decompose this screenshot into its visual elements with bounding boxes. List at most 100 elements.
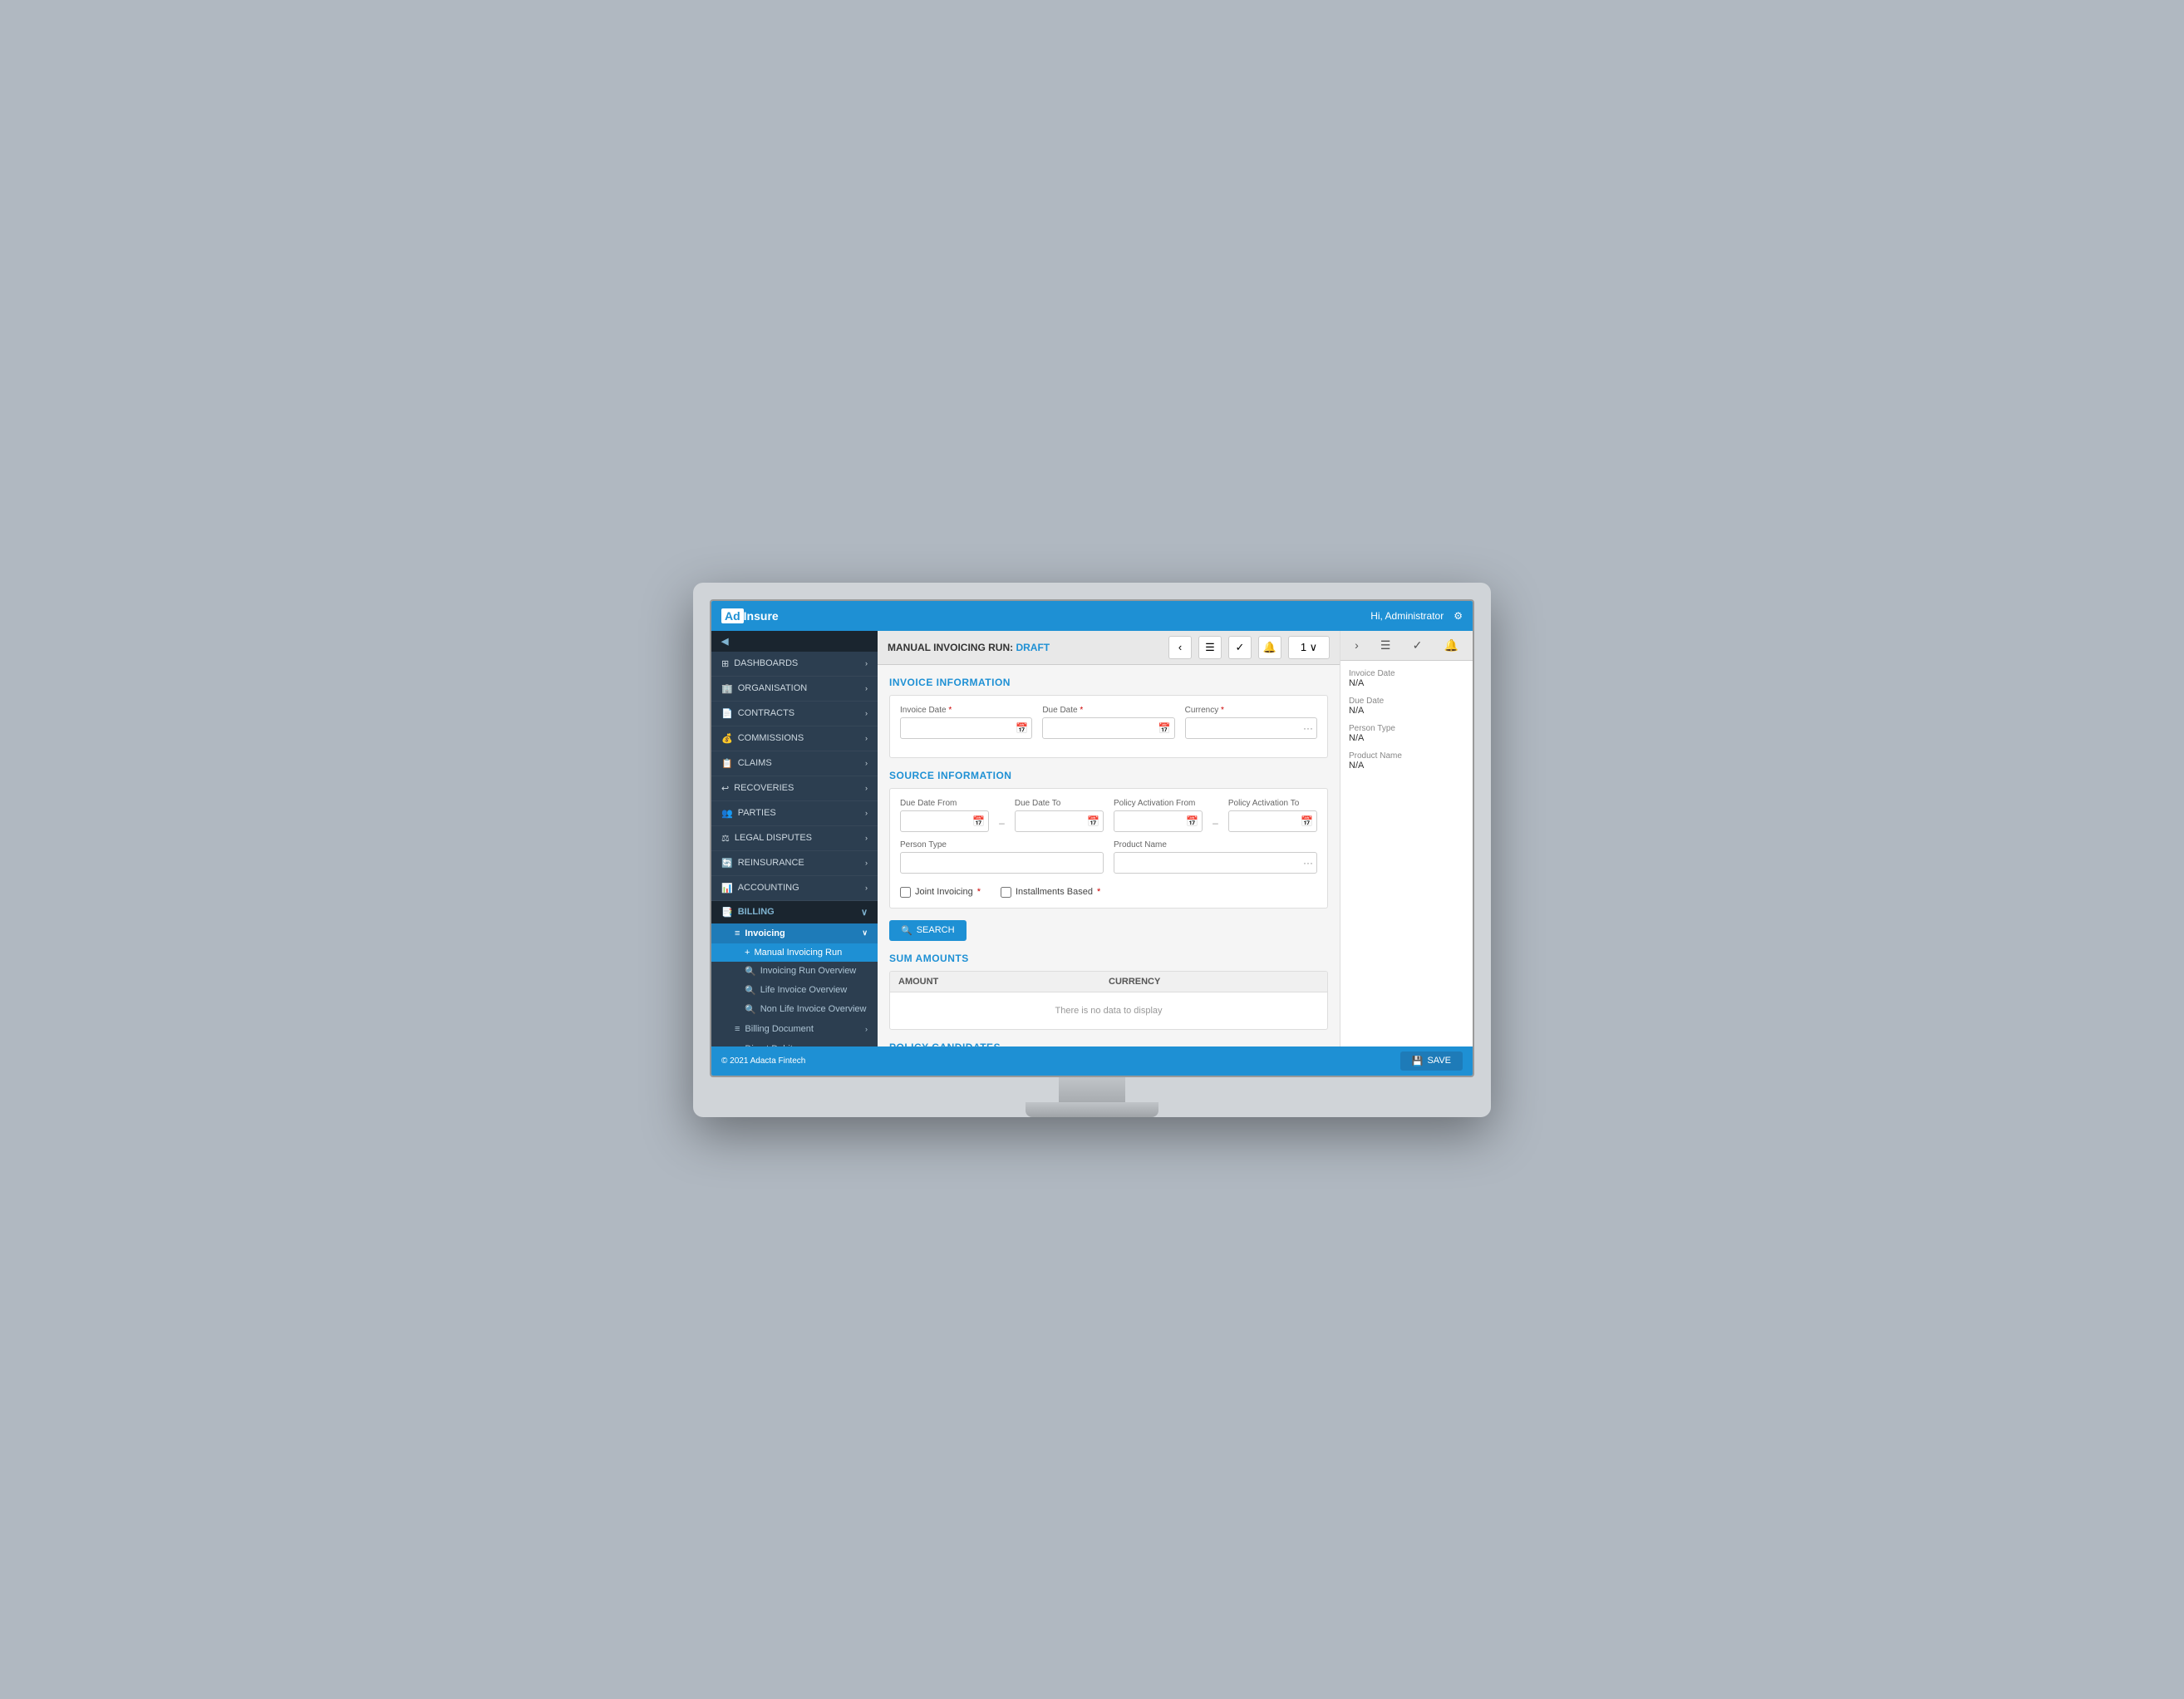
- invoice-information-card: Invoice Date * 📅 Due Date *: [889, 695, 1328, 758]
- parties-icon: 👥: [721, 808, 733, 819]
- due-date-from-input[interactable]: [900, 810, 989, 832]
- right-panel: › ☰ ✓ 🔔 Invoice Date N/A Due Date N/A: [1340, 631, 1473, 1046]
- invoice-information-title: INVOICE INFORMATION: [889, 677, 1328, 688]
- sidebar-subitem-invoicing[interactable]: ≡ Invoicing ∨: [711, 923, 878, 943]
- person-type-select[interactable]: [900, 852, 1104, 874]
- sidebar-subitem-life-invoice-overview[interactable]: 🔍 Life Invoice Overview: [711, 981, 878, 1000]
- sidebar-subitem-invoicing-run-overview[interactable]: 🔍 Invoicing Run Overview: [711, 962, 878, 981]
- search-btn-icon: 🔍: [901, 925, 912, 936]
- sidebar-item-reinsurance[interactable]: 🔄REINSURANCE ›: [711, 851, 878, 876]
- product-name-input[interactable]: [1114, 852, 1317, 874]
- sidebar-item-accounting[interactable]: 📊ACCOUNTING ›: [711, 876, 878, 901]
- currency-label: Currency *: [1185, 706, 1317, 715]
- billing-chevron-icon: ∨: [861, 907, 868, 918]
- currency-group: Currency * ···: [1185, 706, 1317, 739]
- due-date-group: Due Date * 📅: [1042, 706, 1174, 739]
- sidebar-item-legal-disputes[interactable]: ⚖LEGAL DISPUTES ›: [711, 826, 878, 851]
- sidebar-subitem-non-life-invoice-overview[interactable]: 🔍 Non Life Invoice Overview: [711, 1000, 878, 1019]
- chevron-icon: ›: [865, 784, 868, 792]
- sidebar-subitem-manual-invoicing-run[interactable]: + Manual Invoicing Run: [711, 943, 878, 962]
- bell-icon[interactable]: 🔔: [1444, 638, 1458, 653]
- sidebar-item-dashboards[interactable]: ⊞DASHBOARDS ›: [711, 652, 878, 677]
- rp-product-name-field: Product Name N/A: [1349, 751, 1464, 771]
- joint-invoicing-checkbox[interactable]: [900, 887, 911, 898]
- policy-act-to-input[interactable]: [1228, 810, 1317, 832]
- app-logo: AdInsure: [721, 609, 779, 623]
- chevron-right-icon[interactable]: ›: [1355, 638, 1359, 652]
- sidebar-label-reinsurance: REINSURANCE: [738, 858, 804, 868]
- top-right-bar: Hi, Administrator ⚙: [1370, 610, 1463, 622]
- joint-invoicing-label[interactable]: Joint Invoicing *: [900, 887, 981, 898]
- top-bar: AdInsure Hi, Administrator ⚙: [711, 601, 1473, 631]
- installments-based-text: Installments Based: [1016, 887, 1093, 897]
- rp-invoice-date-label: Invoice Date: [1349, 669, 1464, 678]
- manual-invoicing-run-label: Manual Invoicing Run: [754, 948, 842, 958]
- content-topbar: MANUAL INVOICING RUN: DRAFT ‹ ☰ ✓ 🔔 1 ∨: [878, 631, 1340, 665]
- due-date-from-label: Due Date From: [900, 799, 989, 808]
- chevron-icon: ›: [865, 834, 868, 842]
- range-separator-1: –: [999, 817, 1005, 832]
- bottom-bar: © 2021 Adacta Fintech 💾 SAVE: [711, 1046, 1473, 1076]
- list-view-btn[interactable]: ☰: [1198, 636, 1222, 659]
- sidebar-item-parties[interactable]: 👥PARTIES ›: [711, 801, 878, 826]
- commissions-icon: 💰: [721, 733, 733, 744]
- installments-based-label[interactable]: Installments Based *: [1001, 887, 1100, 898]
- col-amount: AMOUNT: [898, 977, 1109, 987]
- sidebar-item-recoveries[interactable]: ↩RECOVERIES ›: [711, 776, 878, 801]
- currency-input[interactable]: [1185, 717, 1317, 739]
- direct-debit-label: Direct Debit: [745, 1044, 792, 1046]
- sidebar-item-contracts[interactable]: 📄CONTRACTS ›: [711, 702, 878, 726]
- rp-invoice-date-value: N/A: [1349, 678, 1464, 688]
- policy-act-from-input[interactable]: [1114, 810, 1203, 832]
- sidebar-item-claims[interactable]: 📋CLAIMS ›: [711, 751, 878, 776]
- invoice-date-group: Invoice Date * 📅: [900, 706, 1032, 739]
- save-icon: 💾: [1412, 1056, 1424, 1066]
- product-name-label: Product Name: [1114, 840, 1317, 850]
- sidebar-item-billing[interactable]: 📑 BILLING ∨: [711, 901, 878, 923]
- sidebar-item-commissions[interactable]: 💰COMMISSIONS ›: [711, 726, 878, 751]
- rp-due-date-field: Due Date N/A: [1349, 697, 1464, 716]
- due-date-to-input[interactable]: [1015, 810, 1104, 832]
- invoice-date-label: Invoice Date *: [900, 706, 1032, 715]
- search-icon-small: 🔍: [745, 966, 756, 977]
- right-panel-topbar: › ☰ ✓ 🔔: [1340, 631, 1473, 661]
- sum-amounts-title: SUM AMOUNTS: [889, 953, 1328, 964]
- search-icon-nonlife: 🔍: [745, 1004, 756, 1015]
- monitor-stand: [710, 1077, 1474, 1117]
- col-currency: CURRENCY: [1109, 977, 1319, 987]
- dashboards-icon: ⊞: [721, 658, 729, 669]
- invoice-date-input-wrap: 📅: [900, 717, 1032, 739]
- list-icon[interactable]: ☰: [1380, 638, 1391, 653]
- sidebar-item-organisation[interactable]: 🏢ORGANISATION ›: [711, 677, 878, 702]
- invoice-date-input[interactable]: [900, 717, 1032, 739]
- page-title-bar: MANUAL INVOICING RUN: DRAFT: [888, 642, 1050, 653]
- page-status: DRAFT: [1016, 642, 1050, 653]
- search-button[interactable]: 🔍 SEARCH: [889, 920, 967, 941]
- page-nav-btn[interactable]: 1 ∨: [1288, 636, 1330, 659]
- sidebar-subitem-direct-debit[interactable]: ≡ Direct Debit ›: [711, 1039, 878, 1046]
- product-name-wrap: ···: [1114, 852, 1317, 874]
- save-button[interactable]: 💾 SAVE: [1400, 1051, 1463, 1071]
- installments-based-checkbox[interactable]: [1001, 887, 1011, 898]
- main-layout: ◀ ⊞DASHBOARDS › 🏢ORGANISATION › 📄CONTRAC…: [711, 631, 1473, 1046]
- sum-amounts-table: AMOUNT CURRENCY There is no data to disp…: [889, 971, 1328, 1030]
- due-date-to-group: Due Date To 📅: [1015, 799, 1104, 832]
- rp-person-type-field: Person Type N/A: [1349, 724, 1464, 743]
- nav-prev-btn[interactable]: ‹: [1168, 636, 1192, 659]
- check-circle-icon[interactable]: ✓: [1413, 638, 1423, 653]
- stand-neck: [1059, 1077, 1125, 1102]
- due-date-input[interactable]: [1042, 717, 1174, 739]
- page-title: MANUAL INVOICING RUN:: [888, 642, 1013, 653]
- policy-candidates-title: POLICY CANDIDATES: [889, 1042, 1328, 1046]
- source-information-title: SOURCE INFORMATION: [889, 770, 1328, 781]
- check-btn[interactable]: ✓: [1228, 636, 1252, 659]
- policy-activation-from-group: Policy Activation From 📅: [1114, 799, 1203, 832]
- gear-icon[interactable]: ⚙: [1454, 610, 1463, 622]
- bell-btn[interactable]: 🔔: [1258, 636, 1281, 659]
- chevron-icon: ›: [865, 659, 868, 667]
- sidebar-subitem-billing-document[interactable]: ≡ Billing Document ›: [711, 1019, 878, 1039]
- billing-document-label: Billing Document: [745, 1024, 814, 1034]
- sidebar-collapse-btn[interactable]: ◀: [711, 631, 878, 652]
- table-header: AMOUNT CURRENCY: [890, 972, 1327, 992]
- joint-invoicing-req: *: [977, 887, 981, 897]
